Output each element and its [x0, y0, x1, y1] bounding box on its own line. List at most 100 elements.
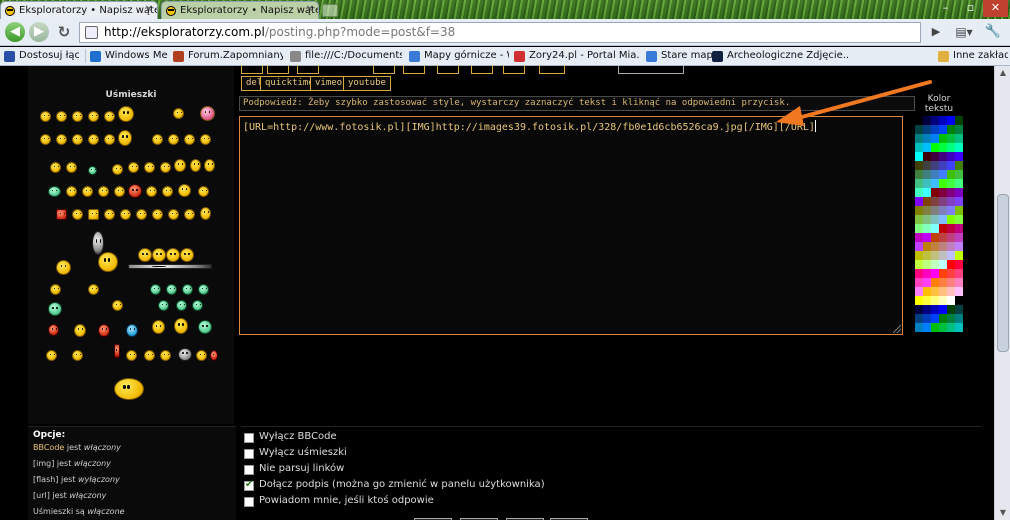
- color-swatch[interactable]: [931, 287, 939, 296]
- smiley-icon[interactable]: [40, 134, 51, 145]
- smiley-icon[interactable]: [180, 248, 194, 262]
- go-arrow-icon[interactable]: ▶: [927, 22, 945, 42]
- color-swatch[interactable]: [915, 143, 923, 152]
- color-swatch[interactable]: [939, 269, 947, 278]
- color-swatch[interactable]: [931, 269, 939, 278]
- smiley-icon[interactable]: [114, 186, 125, 197]
- smiley-icon[interactable]: [200, 134, 211, 145]
- smiley-icon[interactable]: [72, 209, 83, 220]
- color-swatch[interactable]: [923, 278, 931, 287]
- checkbox[interactable]: [244, 465, 254, 475]
- bookmark-item[interactable]: Żory24.pl - Portal Mia...: [514, 50, 640, 64]
- color-swatch[interactable]: [955, 206, 963, 215]
- smiley-icon[interactable]: [198, 186, 209, 197]
- close-window-button[interactable]: ✕: [983, 0, 1008, 17]
- forward-button[interactable]: ▶: [29, 22, 49, 42]
- color-swatch[interactable]: [947, 269, 955, 278]
- color-swatch[interactable]: [947, 161, 955, 170]
- color-swatch[interactable]: [923, 296, 931, 305]
- smiley-icon[interactable]: [104, 134, 115, 145]
- color-swatch[interactable]: [947, 188, 955, 197]
- color-swatch[interactable]: [939, 242, 947, 251]
- color-swatch[interactable]: [923, 152, 931, 161]
- smiley-icon[interactable]: [56, 209, 67, 220]
- color-swatch[interactable]: [915, 260, 923, 269]
- color-swatch[interactable]: [915, 125, 923, 134]
- smiley-icon[interactable]: [72, 350, 83, 361]
- color-swatch[interactable]: [939, 314, 947, 323]
- smiley-icon[interactable]: [50, 284, 61, 295]
- color-swatch[interactable]: [947, 278, 955, 287]
- color-swatch[interactable]: [955, 314, 963, 323]
- color-swatch[interactable]: [955, 143, 963, 152]
- color-swatch[interactable]: [947, 197, 955, 206]
- message-textarea[interactable]: [URL=http://www.fotosik.pl][IMG]http://i…: [239, 116, 903, 335]
- smiley-icon[interactable]: [178, 348, 192, 361]
- color-swatch[interactable]: [939, 188, 947, 197]
- smiley-icon[interactable]: [66, 186, 77, 197]
- smiley-icon[interactable]: [190, 159, 201, 172]
- color-swatch[interactable]: [915, 269, 923, 278]
- color-swatch[interactable]: [939, 278, 947, 287]
- color-swatch[interactable]: [955, 242, 963, 251]
- color-swatch[interactable]: [947, 314, 955, 323]
- smiley-icon[interactable]: [138, 248, 152, 262]
- smiley-icon[interactable]: [48, 186, 61, 197]
- smiley-icon[interactable]: [192, 300, 203, 311]
- page-scrollbar[interactable]: ▲ ▼: [994, 66, 1010, 520]
- color-swatch[interactable]: [923, 260, 931, 269]
- smiley-icon[interactable]: [200, 207, 211, 220]
- bookmark-item[interactable]: Stare mapy: [646, 50, 712, 64]
- color-swatch[interactable]: [923, 161, 931, 170]
- color-swatch[interactable]: [923, 143, 931, 152]
- color-swatch[interactable]: [931, 242, 939, 251]
- color-swatch[interactable]: [931, 143, 939, 152]
- youtube-button[interactable]: youtube: [343, 76, 391, 91]
- color-swatch[interactable]: [931, 188, 939, 197]
- close-tab-icon[interactable]: ✕: [145, 4, 153, 15]
- color-swatch[interactable]: [939, 143, 947, 152]
- bookmark-item[interactable]: Archeologiczne Zdjęcie...: [712, 50, 848, 64]
- color-swatch[interactable]: [955, 260, 963, 269]
- color-swatch[interactable]: [955, 215, 963, 224]
- smiley-icon[interactable]: [48, 324, 59, 336]
- color-swatch[interactable]: [939, 233, 947, 242]
- bookmark-item[interactable]: Mapy górnicze - Wind...: [409, 50, 509, 64]
- color-swatch[interactable]: [915, 296, 923, 305]
- smiley-icon[interactable]: [48, 302, 62, 316]
- color-swatch[interactable]: [939, 206, 947, 215]
- color-swatch[interactable]: [947, 179, 955, 188]
- color-swatch[interactable]: [923, 116, 931, 125]
- tab-active[interactable]: Eksploratorzy • Napisz wątek ✕: [0, 1, 158, 19]
- smiley-icon[interactable]: [146, 186, 157, 197]
- color-swatch[interactable]: [939, 161, 947, 170]
- wrench-icon[interactable]: 🔧: [981, 22, 1005, 42]
- color-swatch[interactable]: [939, 323, 947, 332]
- smiley-icon[interactable]: [184, 209, 195, 220]
- color-swatch[interactable]: [955, 224, 963, 233]
- vimeo-button[interactable]: vimeo: [310, 76, 348, 91]
- smiley-icon[interactable]: [128, 184, 142, 198]
- color-swatch[interactable]: [923, 197, 931, 206]
- color-swatch[interactable]: [915, 224, 923, 233]
- color-swatch[interactable]: [923, 224, 931, 233]
- color-swatch[interactable]: [915, 161, 923, 170]
- color-swatch[interactable]: [923, 188, 931, 197]
- color-swatch[interactable]: [915, 278, 923, 287]
- color-swatch[interactable]: [939, 125, 947, 134]
- page-menu-icon[interactable]: ▤▾: [952, 22, 976, 42]
- color-swatch[interactable]: [915, 215, 923, 224]
- smiley-icon[interactable]: [174, 318, 188, 334]
- other-bookmarks[interactable]: Inne zakładki: [938, 50, 1008, 64]
- color-swatch[interactable]: [947, 296, 955, 305]
- color-swatch[interactable]: [915, 314, 923, 323]
- color-swatch[interactable]: [947, 260, 955, 269]
- smiley-icon[interactable]: [98, 252, 118, 272]
- minimize-button[interactable]: –: [933, 0, 958, 17]
- smiley-icon[interactable]: [92, 231, 104, 255]
- color-swatch[interactable]: [955, 278, 963, 287]
- color-swatch[interactable]: [947, 242, 955, 251]
- bbcode-button[interactable]: [539, 66, 565, 74]
- color-swatch[interactable]: [923, 305, 931, 314]
- color-swatch[interactable]: [923, 233, 931, 242]
